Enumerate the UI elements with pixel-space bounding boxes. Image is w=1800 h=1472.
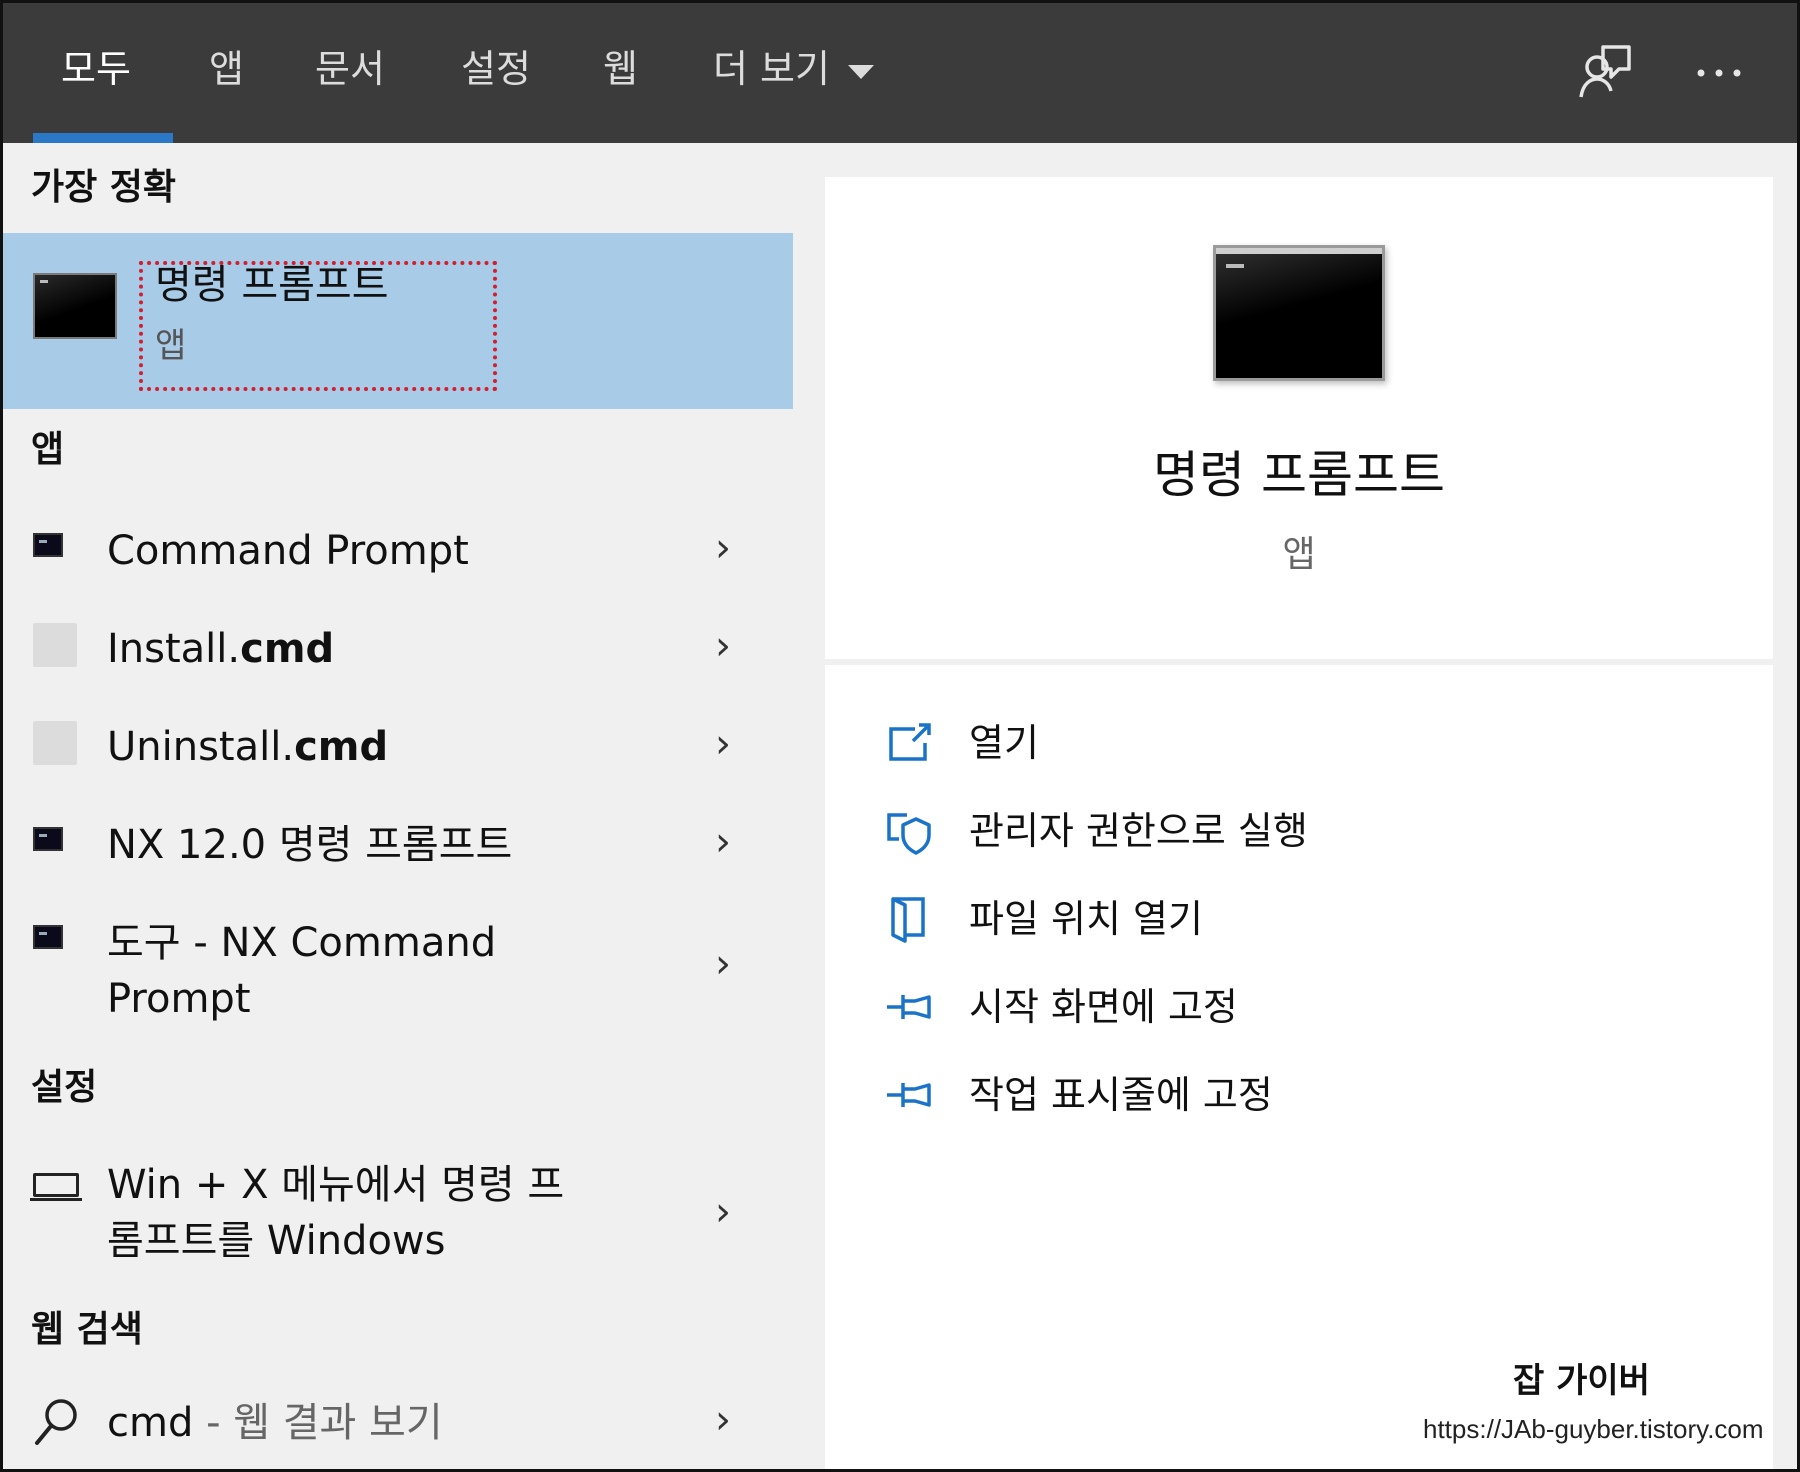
preview-divider [825,659,1773,665]
pin-icon [887,1083,931,1107]
chevron-right-icon[interactable]: › [715,621,731,671]
chevron-right-icon[interactable]: › [715,817,731,867]
search-window: 모두 앱 문서 설정 웹 더 보기 가장 정확 명령 프롬프트 앱 앱 Comm… [0,0,1800,1472]
more-icon[interactable] [1689,43,1749,103]
label-prefix: Install. [107,626,241,672]
app-result-nx-command-prompt[interactable]: NX 12.0 명령 프롬프트 › [3,797,793,893]
feedback-icon[interactable] [1575,43,1635,103]
tab-apps[interactable]: 앱 [209,43,244,95]
tab-settings[interactable]: 설정 [461,43,531,95]
tab-web[interactable]: 웹 [603,43,638,95]
watermark-url: https://JAb-guyber.tistory.com [1423,1414,1764,1444]
chevron-right-icon[interactable]: › [715,523,731,573]
label-bold-match: cmd [240,626,335,672]
command-prompt-icon [33,273,117,339]
command-prompt-icon [33,827,63,851]
action-pin-to-start-label: 시작 화면에 고정 [969,985,1238,1029]
label-prefix: Uninstall. [107,724,295,770]
section-web-search-heading: 웹 검색 [31,1309,143,1350]
chevron-down-icon [847,64,874,79]
app-result-nx-tool-command-prompt[interactable]: 도구 - NX Command Prompt › [3,895,793,1025]
watermark-title: 잡 가이버 [1513,1361,1650,1401]
preview-title: 명령 프롬프트 [1153,446,1445,504]
section-settings-heading: 설정 [31,1067,98,1108]
preview-pane: 명령 프롬프트 앱 열기 관리자 권한으로 실행 파일 위치 열기 시작 화면에… [825,177,1773,1469]
app-result-label: Uninstall.cmd [107,719,388,775]
web-search-query: cmd [107,1400,194,1446]
chevron-right-icon[interactable]: › [715,1187,731,1237]
command-prompt-icon [1213,245,1385,381]
action-run-as-admin-label: 관리자 권한으로 실행 [969,809,1308,853]
section-apps-heading: 앱 [31,429,65,470]
blank-file-icon [33,721,77,765]
action-pin-to-taskbar[interactable]: 작업 표시줄에 고정 [885,1067,1685,1127]
app-result-label-line1: 도구 - NX Command [107,920,497,966]
web-search-suffix: - 웹 결과 보기 [193,1400,443,1446]
pin-icon [887,995,931,1019]
action-open[interactable]: 열기 [885,715,1685,775]
action-open-file-location[interactable]: 파일 위치 열기 [885,891,1685,951]
filter-tab-bar: 모두 앱 문서 설정 웹 더 보기 [3,3,1797,143]
preview-type: 앱 [1282,534,1316,575]
app-result-label: Install.cmd [107,621,334,677]
active-tab-indicator [33,133,173,143]
action-pin-to-taskbar-label: 작업 표시줄에 고정 [969,1073,1273,1117]
action-open-label: 열기 [969,721,1039,765]
web-search-label: cmd - 웹 결과 보기 [107,1395,443,1451]
settings-result-label-line2: 롬프트를 Windows [107,1218,446,1264]
label-bold-match: cmd [294,724,389,770]
laptop-icon [30,1173,82,1201]
highlight-box [139,261,497,391]
tab-all[interactable]: 모두 [61,43,131,95]
search-icon [33,1397,81,1447]
chevron-right-icon[interactable]: › [715,939,731,989]
app-result-label-line2: Prompt [107,976,251,1022]
action-run-as-admin[interactable]: 관리자 권한으로 실행 [885,803,1685,863]
tab-more[interactable]: 더 보기 [713,43,874,95]
best-match-item[interactable]: 명령 프롬프트 앱 [3,233,793,409]
section-best-match-heading: 가장 정확 [31,167,177,208]
command-prompt-icon [33,925,63,949]
tab-documents[interactable]: 문서 [315,43,385,95]
app-result-command-prompt[interactable]: Command Prompt › [3,503,793,599]
app-result-install-cmd[interactable]: Install.cmd › [3,601,793,697]
chevron-right-icon[interactable]: › [715,719,731,769]
action-pin-to-start[interactable]: 시작 화면에 고정 [885,979,1685,1039]
file-location-icon [891,897,925,943]
open-icon [889,723,931,761]
tab-more-label: 더 보기 [713,47,830,91]
settings-result-win-x[interactable]: Win + X 메뉴에서 명령 프 롬프트를 Windows › [3,1137,793,1277]
web-search-result[interactable]: cmd - 웹 결과 보기 › [3,1377,793,1469]
command-prompt-icon [33,533,63,557]
app-result-label: NX 12.0 명령 프롬프트 [107,822,513,868]
shield-icon [887,813,931,855]
chevron-right-icon[interactable]: › [715,1395,731,1445]
app-result-label: Command Prompt [107,528,469,574]
blank-file-icon [33,623,77,667]
action-open-file-location-label: 파일 위치 열기 [969,897,1203,941]
app-result-uninstall-cmd[interactable]: Uninstall.cmd › [3,699,793,795]
results-pane: 가장 정확 명령 프롬프트 앱 앱 Command Prompt › Insta… [3,143,793,1469]
settings-result-label-line1: Win + X 메뉴에서 명령 프 [107,1162,565,1208]
